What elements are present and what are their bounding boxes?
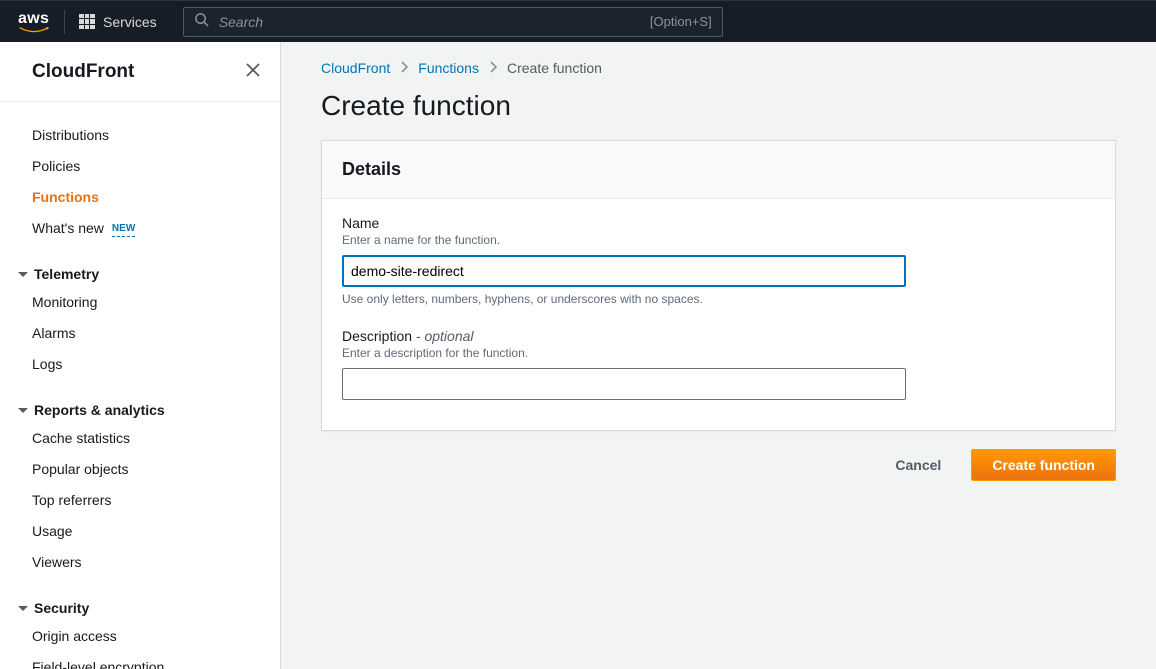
sidebar-item-viewers[interactable]: Viewers (0, 547, 280, 578)
sidebar-item-distributions[interactable]: Distributions (0, 120, 280, 151)
sidebar-section-telemetry[interactable]: Telemetry (0, 252, 280, 287)
services-label: Services (103, 14, 157, 30)
breadcrumb-current: Create function (507, 60, 602, 76)
sidebar-item-policies[interactable]: Policies (0, 151, 280, 182)
content: CloudFront Functions Create function Cre… (281, 42, 1156, 669)
caret-down-icon (18, 272, 28, 277)
sidebar-item-whats-new[interactable]: What's new NEW (0, 213, 280, 244)
search-bar[interactable]: [Option+S] (183, 7, 723, 37)
description-label-text: Description (342, 328, 412, 344)
sidebar-item-monitoring[interactable]: Monitoring (0, 287, 280, 318)
sidebar-item-usage[interactable]: Usage (0, 516, 280, 547)
grid-icon (79, 14, 95, 30)
section-title: Security (34, 600, 89, 616)
name-label: Name (342, 215, 1095, 231)
sidebar-title: CloudFront (32, 61, 134, 83)
sidebar-item-label: What's new (32, 218, 104, 239)
new-badge: NEW (112, 221, 135, 237)
sidebar: CloudFront Distributions Policies Functi… (0, 42, 281, 669)
sidebar-item-logs[interactable]: Logs (0, 349, 280, 380)
cancel-button[interactable]: Cancel (875, 449, 961, 481)
sidebar-item-cache-statistics[interactable]: Cache statistics (0, 423, 280, 454)
name-constraint: Use only letters, numbers, hyphens, or u… (342, 292, 1095, 306)
name-input[interactable] (342, 255, 906, 287)
description-hint: Enter a description for the function. (342, 346, 1095, 360)
section-title: Reports & analytics (34, 402, 165, 418)
caret-down-icon (18, 606, 28, 611)
chevron-right-icon (400, 60, 408, 76)
sidebar-item-popular-objects[interactable]: Popular objects (0, 454, 280, 485)
breadcrumb-cloudfront[interactable]: CloudFront (321, 60, 390, 76)
description-label: Description - optional (342, 328, 1095, 344)
panel-title: Details (342, 159, 1095, 180)
sidebar-section-security[interactable]: Security (0, 586, 280, 621)
form-actions: Cancel Create function (321, 449, 1116, 481)
chevron-right-icon (489, 60, 497, 76)
services-button[interactable]: Services (79, 14, 169, 30)
description-input[interactable] (342, 368, 906, 400)
aws-logo[interactable]: aws (18, 10, 65, 34)
search-input[interactable] (219, 14, 640, 30)
page-title: Create function (321, 90, 1116, 122)
name-field: Name Enter a name for the function. Use … (342, 215, 1095, 306)
caret-down-icon (18, 408, 28, 413)
sidebar-nav: Distributions Policies Functions What's … (0, 102, 280, 669)
search-shortcut: [Option+S] (650, 14, 712, 29)
sidebar-header: CloudFront (0, 42, 280, 102)
sidebar-item-field-level-encryption[interactable]: Field-level encryption (0, 652, 280, 669)
panel-header: Details (322, 141, 1115, 199)
top-nav: aws Services [Option+S] (0, 0, 1156, 42)
create-function-button[interactable]: Create function (971, 449, 1116, 481)
name-hint: Enter a name for the function. (342, 233, 1095, 247)
details-panel: Details Name Enter a name for the functi… (321, 140, 1116, 431)
close-icon[interactable] (246, 60, 260, 83)
search-icon (194, 12, 209, 32)
sidebar-item-alarms[interactable]: Alarms (0, 318, 280, 349)
description-field: Description - optional Enter a descripti… (342, 328, 1095, 400)
panel-body: Name Enter a name for the function. Use … (322, 199, 1115, 430)
sidebar-section-reports[interactable]: Reports & analytics (0, 388, 280, 423)
sidebar-item-top-referrers[interactable]: Top referrers (0, 485, 280, 516)
aws-logo-text: aws (18, 10, 49, 27)
sidebar-item-origin-access[interactable]: Origin access (0, 621, 280, 652)
breadcrumb-functions[interactable]: Functions (418, 60, 479, 76)
sidebar-item-functions[interactable]: Functions (0, 182, 280, 213)
optional-text: - optional (412, 328, 473, 344)
section-title: Telemetry (34, 266, 99, 282)
breadcrumb: CloudFront Functions Create function (321, 60, 1116, 76)
